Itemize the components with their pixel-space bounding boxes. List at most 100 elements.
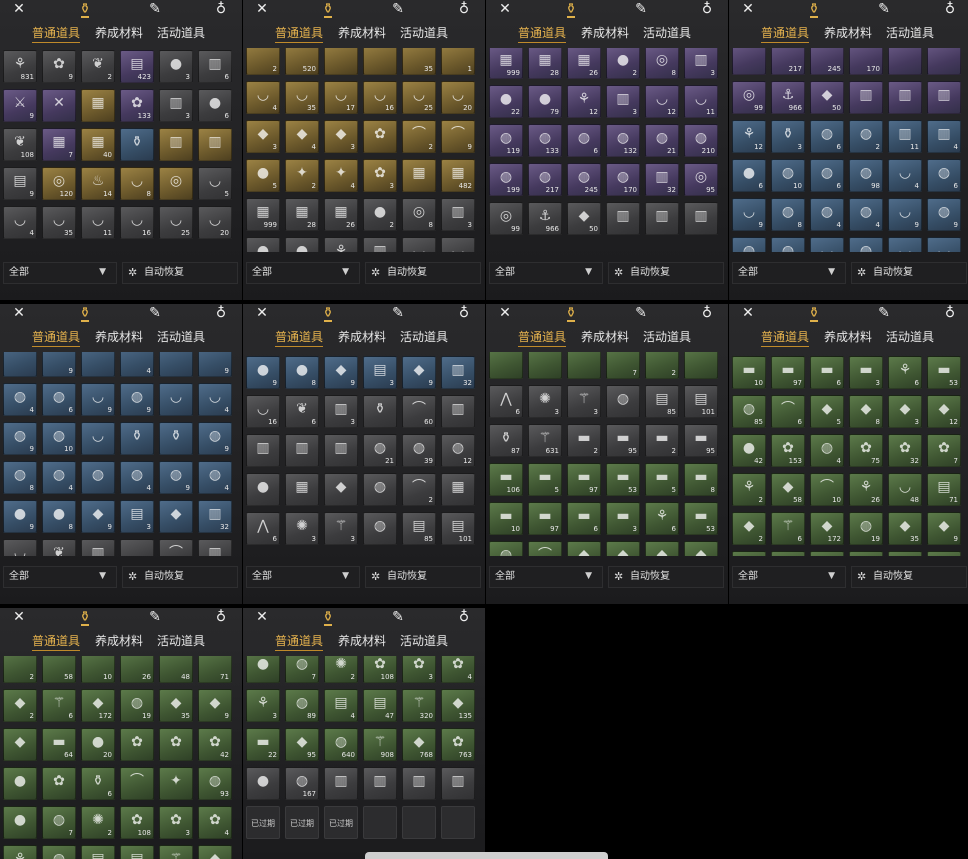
item-slot[interactable]: ◍ 640	[324, 728, 358, 761]
item-slot[interactable]: ◍	[363, 473, 397, 506]
item-slot[interactable]: ⌒ 60	[402, 395, 436, 428]
item-slot[interactable]: ◡9	[810, 237, 844, 252]
item-slot[interactable]: ▥ 3	[606, 85, 640, 118]
item-slot[interactable]: ●	[246, 237, 280, 252]
item-slot[interactable]: ▥ 32	[198, 500, 232, 533]
item-slot[interactable]	[120, 539, 154, 556]
item-slot[interactable]: ◆ 4	[285, 120, 319, 153]
money-bag-icon[interactable]: ⚱	[562, 304, 580, 322]
item-slot[interactable]: ● 9	[246, 356, 280, 389]
item-slot[interactable]: ▬ 2	[567, 424, 601, 457]
tab-regular-items[interactable]: 普通道具	[275, 25, 324, 43]
item-slot[interactable]: ◆ 12	[927, 395, 961, 428]
item-slot[interactable]: 2	[645, 352, 679, 379]
money-bag-icon[interactable]: ⚱	[76, 0, 94, 18]
item-slot[interactable]: 10	[81, 656, 115, 683]
item-slot[interactable]: ◍ 21	[363, 434, 397, 467]
item-slot[interactable]: ◎ 99	[732, 81, 766, 114]
item-slot[interactable]: ◍ 132	[606, 124, 640, 157]
item-grid-viewport[interactable]: ⚘ 831 ✿ 9 ❦ 2 ▤ 423 ● 3 ▥ 6 ⚔ 9 ✕ ▦ ✿ 133 ▥ 3 ● 6 ❦ 108 ▦ 7 ▦ 40 ⚱ ▥ ▥…	[0, 48, 242, 252]
item-slot[interactable]: ▥	[402, 767, 436, 800]
item-slot[interactable]: ▥	[441, 395, 475, 428]
item-slot[interactable]: ▥	[606, 202, 640, 235]
item-slot[interactable]: ▤ 423	[120, 50, 154, 83]
auto-restore-button[interactable]: ✲ 自动恢复	[608, 262, 724, 284]
item-slot[interactable]: ▥ 3	[684, 48, 718, 79]
item-slot[interactable]: ⚚ 6	[771, 512, 805, 545]
item-slot[interactable]: ▬ 10	[489, 502, 523, 535]
item-slot[interactable]: ◡4	[3, 206, 37, 239]
item-slot[interactable]: ▥ 6	[198, 50, 232, 83]
item-slot[interactable]: ▥ 3	[441, 198, 475, 231]
item-slot[interactable]: ◍6	[810, 159, 844, 192]
item-slot[interactable]: ● 2	[363, 198, 397, 231]
item-slot[interactable]: ✿ 3	[159, 806, 193, 839]
item-slot[interactable]: ✦ 2	[285, 159, 319, 192]
item-slot[interactable]	[159, 352, 193, 377]
tab-event-items[interactable]: 活动道具	[400, 329, 448, 345]
item-slot[interactable]: 170	[849, 48, 883, 75]
item-grid-viewport[interactable]: 9 4 9 ◍ 4 ◍ 6 ◡ 9 ◍ 9 ◡ ◡ 4 ◍ 9 ◍ 10 ◡ ⚱ ⚱ ◍ 9 ◍ 8 ◍ 4 ◍ ◍ 4 ◍ 9 ◍ 4 ● 9 ● 8 ◆…	[0, 352, 242, 556]
item-grid-viewport[interactable]: 7 2 ⋀ 6 ✺ 3 ⚚ 3 ◍ ▤ 85 ▤ 101 ⚱ 87 ⚚ 631 ▬ 2 ▬ 95 ▬ 2 ▬ 95 ▬ 106 ▬ 5 ▬…	[486, 352, 728, 556]
item-slot[interactable]: ◎ 120	[42, 167, 76, 200]
item-slot[interactable]	[684, 352, 718, 379]
tab-event-items[interactable]: 活动道具	[400, 633, 448, 649]
item-slot[interactable]: ⌒ 6	[771, 395, 805, 428]
item-slot[interactable]: ▬ 53	[927, 356, 961, 389]
item-slot[interactable]: ●	[3, 806, 37, 839]
item-slot[interactable]	[732, 551, 766, 556]
item-slot[interactable]: ▬ 53	[684, 502, 718, 535]
item-slot[interactable]: ◎ 99	[489, 202, 523, 235]
item-slot[interactable]: ⚘	[324, 237, 358, 252]
item-slot[interactable]: ●	[3, 767, 37, 800]
crossed-swords-icon[interactable]: ✕	[496, 304, 514, 322]
item-slot[interactable]: ◡ 11	[684, 85, 718, 118]
item-slot[interactable]: ◡	[441, 237, 475, 252]
item-slot[interactable]: ✿ 32	[888, 434, 922, 467]
brush-icon[interactable]: ✎	[632, 0, 650, 18]
item-slot[interactable]: ◆ 768	[402, 728, 436, 761]
item-slot[interactable]: ⚚ 908	[363, 728, 397, 761]
item-slot[interactable]: ⚚ 631	[528, 424, 562, 457]
item-slot[interactable]: ✿ 9	[42, 50, 76, 83]
item-slot[interactable]: ▬ 97	[771, 356, 805, 389]
item-slot[interactable]	[528, 352, 562, 379]
item-slot[interactable]	[3, 352, 37, 377]
tab-growth-materials[interactable]: 养成材料	[95, 329, 143, 345]
item-slot[interactable]: ♨ 14	[81, 167, 115, 200]
item-slot[interactable]: ◆ 35	[159, 689, 193, 722]
item-slot[interactable]: ▥ 4	[927, 120, 961, 153]
item-grid-viewport[interactable]: 2 520 35 1 ◡ 4 ◡ 35 ◡ 17 ◡ 16 ◡ 25 ◡ 20 ◆ 3 ◆ 4 ◆ 3 ✿ ⌒ 2 ⌒ 9 ● 5 ✦ 2 ✦…	[243, 48, 485, 252]
item-slot[interactable]: ▦ 999	[246, 198, 280, 231]
item-slot[interactable]: ▥ 32	[645, 163, 679, 196]
item-slot[interactable]	[849, 551, 883, 556]
gourd-icon[interactable]: ♁	[941, 0, 959, 18]
tab-event-items[interactable]: 活动道具	[157, 25, 205, 41]
crossed-swords-icon[interactable]: ✕	[739, 0, 757, 18]
money-bag-icon[interactable]: ⚱	[805, 0, 823, 18]
item-slot[interactable]: ◡4	[198, 383, 232, 416]
item-slot[interactable]: ▬ 8	[684, 463, 718, 496]
item-slot[interactable]: ⚘ 12	[567, 85, 601, 118]
item-slot[interactable]: ◡ 25	[159, 206, 193, 239]
tab-growth-materials[interactable]: 养成材料	[338, 25, 386, 41]
crossed-swords-icon[interactable]: ✕	[739, 304, 757, 322]
item-slot[interactable]: ◆ 3	[324, 120, 358, 153]
filter-dropdown[interactable]: 全部 ▼	[3, 566, 117, 588]
item-slot[interactable]: ▥ 3	[324, 395, 358, 428]
item-slot[interactable]: ◡9	[888, 198, 922, 231]
item-slot[interactable]: ✦ 4	[324, 159, 358, 192]
item-slot[interactable]: ◍89	[285, 689, 319, 722]
item-slot[interactable]: ◡	[3, 539, 37, 556]
item-slot[interactable]	[732, 48, 766, 75]
item-slot[interactable]: ◡ 20	[198, 206, 232, 239]
money-bag-icon[interactable]: ⚱	[562, 0, 580, 18]
item-slot[interactable]: 71	[198, 656, 232, 683]
item-slot[interactable]: ◍ 19	[849, 512, 883, 545]
item-slot[interactable]: ⚱	[363, 395, 397, 428]
item-slot[interactable]: ◡	[402, 237, 436, 252]
tab-regular-items[interactable]: 普通道具	[275, 633, 324, 651]
item-slot[interactable]: ◡ 16	[120, 206, 154, 239]
brush-icon[interactable]: ✎	[389, 608, 407, 626]
item-grid-viewport[interactable]: ▬ 10 ▬ 97 ▬ 6 ▬ 3 ⚘ 6 ▬ 53 ◍ 85 ⌒ 6 ◆ 5 ◆ 8 ◆ 3 ◆ 12 ● 42 ✿ 153 ◍ 4 ✿ 7…	[729, 352, 968, 556]
